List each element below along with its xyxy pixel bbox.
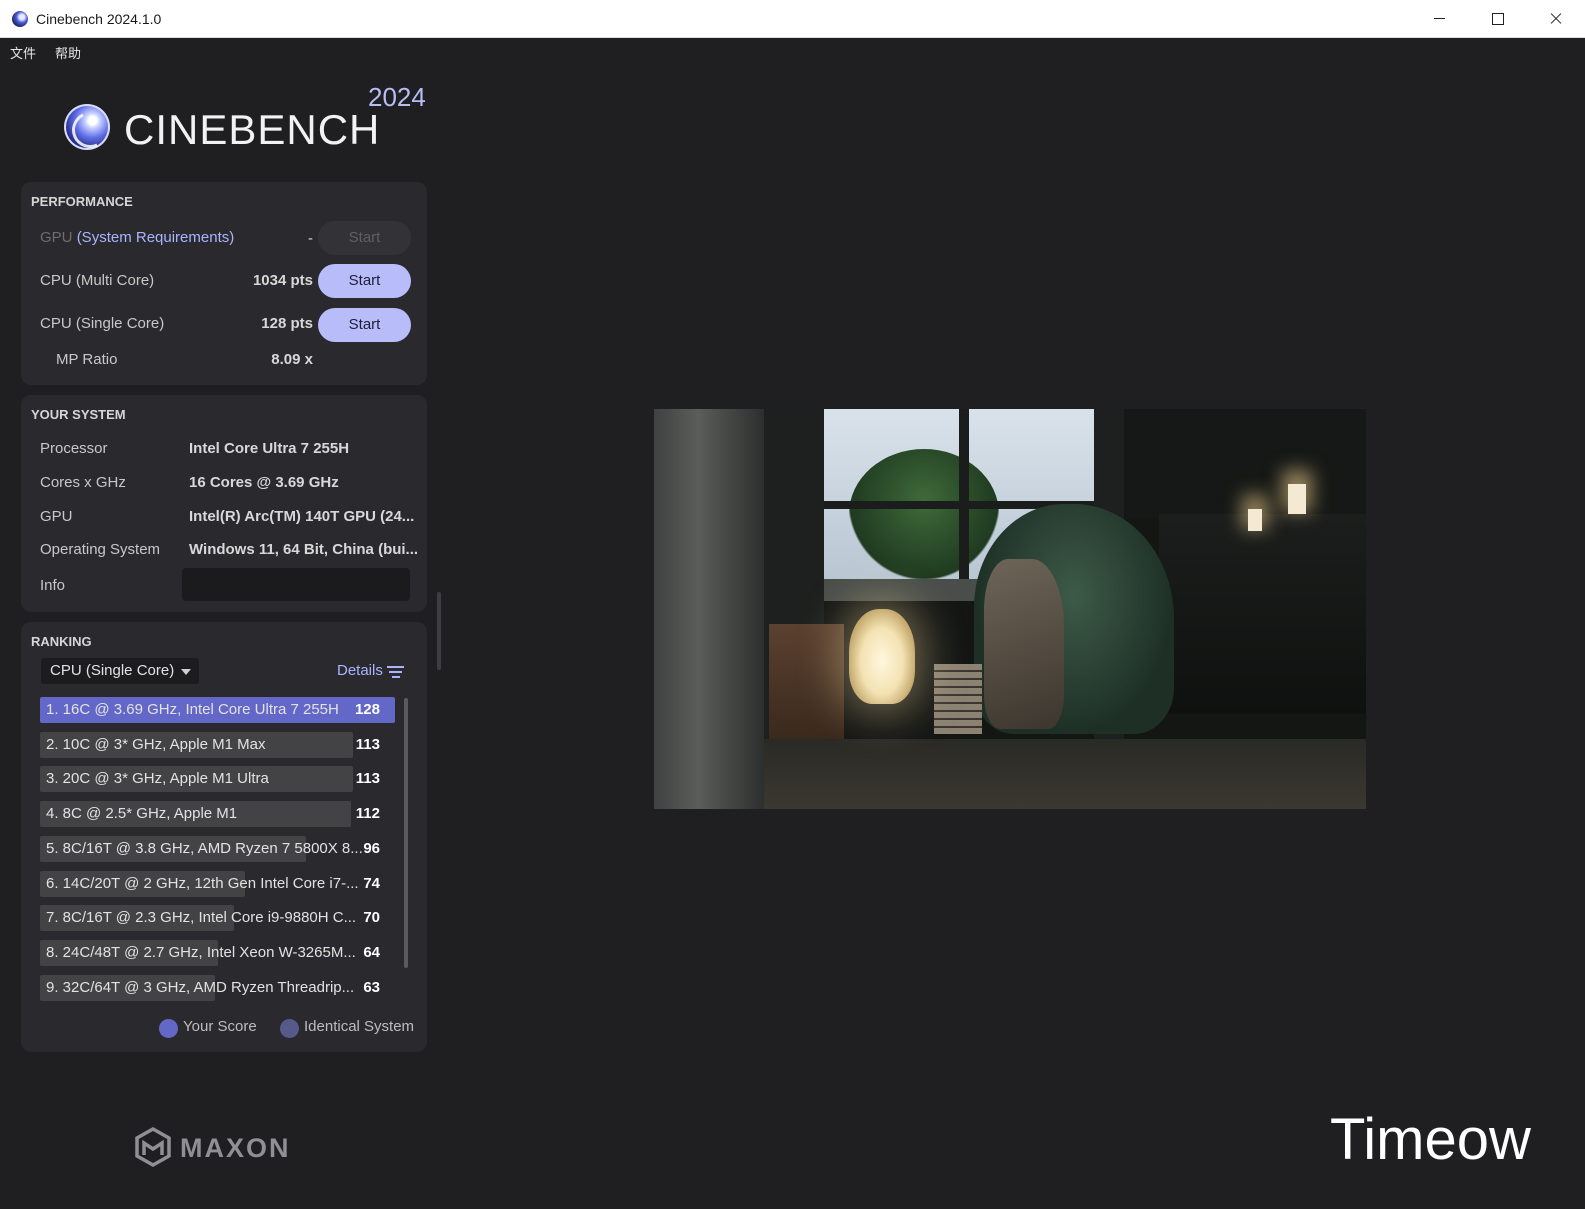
info-label: Info <box>40 577 66 594</box>
maxon-brand: MAXON <box>180 1133 291 1163</box>
filter-icon[interactable] <box>387 666 404 678</box>
processor-value: Intel Core Ultra 7 255H <box>189 440 350 457</box>
cinebench-app-icon <box>12 11 28 27</box>
cores-value: 16 Cores @ 3.69 GHz <box>189 474 339 491</box>
ranking-title: RANKING <box>31 634 92 649</box>
menu-help[interactable]: 帮助 <box>55 43 81 62</box>
os-label: Operating System <box>40 541 161 558</box>
menu-bar: 文件 帮助 <box>0 38 1585 64</box>
gpu-label: GPU <box>40 508 73 525</box>
ranking-row[interactable]: 9. 32C/64T @ 3 GHz, AMD Ryzen Threadrip.… <box>40 975 400 1001</box>
ranking-row-score: 74 <box>363 875 380 892</box>
ranking-row-score: 64 <box>363 944 380 961</box>
cpu-single-label: CPU (Single Core) <box>40 315 165 332</box>
gpu-row-label: GPU (System Requirements) <box>40 229 234 246</box>
logo-name: CINEBENCH <box>124 106 381 153</box>
ranking-row-label: 2. 10C @ 3* GHz, Apple M1 Max <box>46 736 266 753</box>
ranking-row-label: 8. 24C/48T @ 2.7 GHz, Intel Xeon W-3265M… <box>46 944 356 961</box>
performance-panel: PERFORMANCE GPU (System Requirements) - … <box>21 182 427 385</box>
gpu-value: Intel(R) Arc(TM) 140T GPU (24... <box>189 508 415 525</box>
ranking-row-score: 96 <box>363 840 380 857</box>
cpu-single-score: 128 pts <box>261 315 313 332</box>
system-requirements-link[interactable]: (System Requirements) <box>77 229 235 246</box>
info-input[interactable] <box>182 568 410 601</box>
ranking-row-score: 128 <box>354 701 380 718</box>
ranking-row-label: 6. 14C/20T @ 2 GHz, 12th Gen Intel Core … <box>46 875 359 892</box>
performance-title: PERFORMANCE <box>31 194 133 209</box>
os-value: Windows 11, 64 Bit, China (bui... <box>189 541 419 558</box>
identical-system-legend: Identical System <box>304 1018 415 1035</box>
close-button[interactable] <box>1527 0 1585 38</box>
ranking-list: 1. 16C @ 3.69 GHz, Intel Core Ultra 7 25… <box>40 697 400 1007</box>
your-score-legend: Your Score <box>183 1018 257 1035</box>
cores-label: Cores x GHz <box>40 474 126 491</box>
ranking-row[interactable]: 5. 8C/16T @ 3.8 GHz, AMD Ryzen 7 5800X 8… <box>40 836 400 862</box>
your-score-legend-icon <box>159 1019 178 1038</box>
ranking-row-score: 113 <box>355 770 380 787</box>
chevron-down-icon <box>181 669 191 675</box>
details-link[interactable]: Details <box>337 662 383 679</box>
gpu-label: GPU <box>40 229 73 246</box>
title-bar: Cinebench 2024.1.0 <box>0 0 1585 38</box>
ranking-row[interactable]: 8. 24C/48T @ 2.7 GHz, Intel Xeon W-3265M… <box>40 940 400 966</box>
cpu-multi-label: CPU (Multi Core) <box>40 272 155 289</box>
gpu-score: - <box>308 230 313 247</box>
cpu-multi-score: 1034 pts <box>252 272 313 289</box>
ranking-row[interactable]: 7. 8C/16T @ 2.3 GHz, Intel Core i9-9880H… <box>40 905 400 931</box>
cpu-single-start-button[interactable]: Start <box>318 308 411 342</box>
minimize-button[interactable] <box>1410 0 1468 38</box>
menu-file[interactable]: 文件 <box>10 43 36 62</box>
mp-ratio-value: 8.09 x <box>271 351 313 368</box>
window-title: Cinebench 2024.1.0 <box>36 11 162 27</box>
ranking-row-score: 113 <box>355 736 380 753</box>
ranking-row[interactable]: 3. 20C @ 3* GHz, Apple M1 Ultra 113 <box>40 766 400 792</box>
cinebench-window: Cinebench 2024.1.0 文件 帮助 CINEBENCH 2024 … <box>0 0 1585 1209</box>
gpu-start-button[interactable]: Start <box>318 221 411 255</box>
ranking-row-score: 63 <box>363 979 380 996</box>
ranking-row[interactable]: 6. 14C/20T @ 2 GHz, 12th Gen Intel Core … <box>40 871 400 897</box>
ranking-row-label: 1. 16C @ 3.69 GHz, Intel Core Ultra 7 25… <box>46 701 339 718</box>
maximize-button[interactable] <box>1468 0 1526 38</box>
ranking-row-label: 9. 32C/64T @ 3 GHz, AMD Ryzen Threadrip.… <box>46 979 355 996</box>
ranking-row[interactable]: 2. 10C @ 3* GHz, Apple M1 Max 113 <box>40 732 400 758</box>
ranking-mode-value: CPU (Single Core) <box>50 662 175 679</box>
identical-system-legend-icon <box>280 1019 299 1038</box>
ranking-panel: RANKING CPU (Single Core) Details 1. 16C… <box>21 622 427 1052</box>
ranking-scrollbar[interactable] <box>404 698 408 968</box>
ranking-row-label: 5. 8C/16T @ 3.8 GHz, AMD Ryzen 7 5800X 8… <box>46 840 363 857</box>
ranking-row-label: 3. 20C @ 3* GHz, Apple M1 Ultra <box>46 770 269 787</box>
ranking-row-label: 7. 8C/16T @ 2.3 GHz, Intel Core i9-9880H… <box>46 909 357 926</box>
ranking-row-label: 4. 8C @ 2.5* GHz, Apple M1 <box>46 805 238 822</box>
processor-label: Processor <box>40 440 108 457</box>
ranking-mode-dropdown[interactable]: CPU (Single Core) <box>41 658 199 684</box>
system-panel: YOUR SYSTEM Processor Intel Core Ultra 7… <box>21 395 427 612</box>
ranking-row-score: 70 <box>363 909 380 926</box>
panel-resize-handle[interactable] <box>437 592 441 670</box>
system-title: YOUR SYSTEM <box>31 407 126 422</box>
ranking-row[interactable]: 1. 16C @ 3.69 GHz, Intel Core Ultra 7 25… <box>40 697 400 723</box>
maxon-logo-icon <box>135 1127 171 1167</box>
cinebench-logo-icon <box>64 104 110 150</box>
ranking-row[interactable]: 4. 8C @ 2.5* GHz, Apple M1 112 <box>40 801 400 827</box>
ranking-row-score: 112 <box>355 805 380 822</box>
watermark-text: Timeow <box>1330 1107 1531 1172</box>
render-preview-image <box>654 409 1366 809</box>
logo-year: 2024 <box>368 82 426 112</box>
mp-ratio-label: MP Ratio <box>56 351 118 368</box>
cpu-multi-start-button[interactable]: Start <box>318 264 411 298</box>
